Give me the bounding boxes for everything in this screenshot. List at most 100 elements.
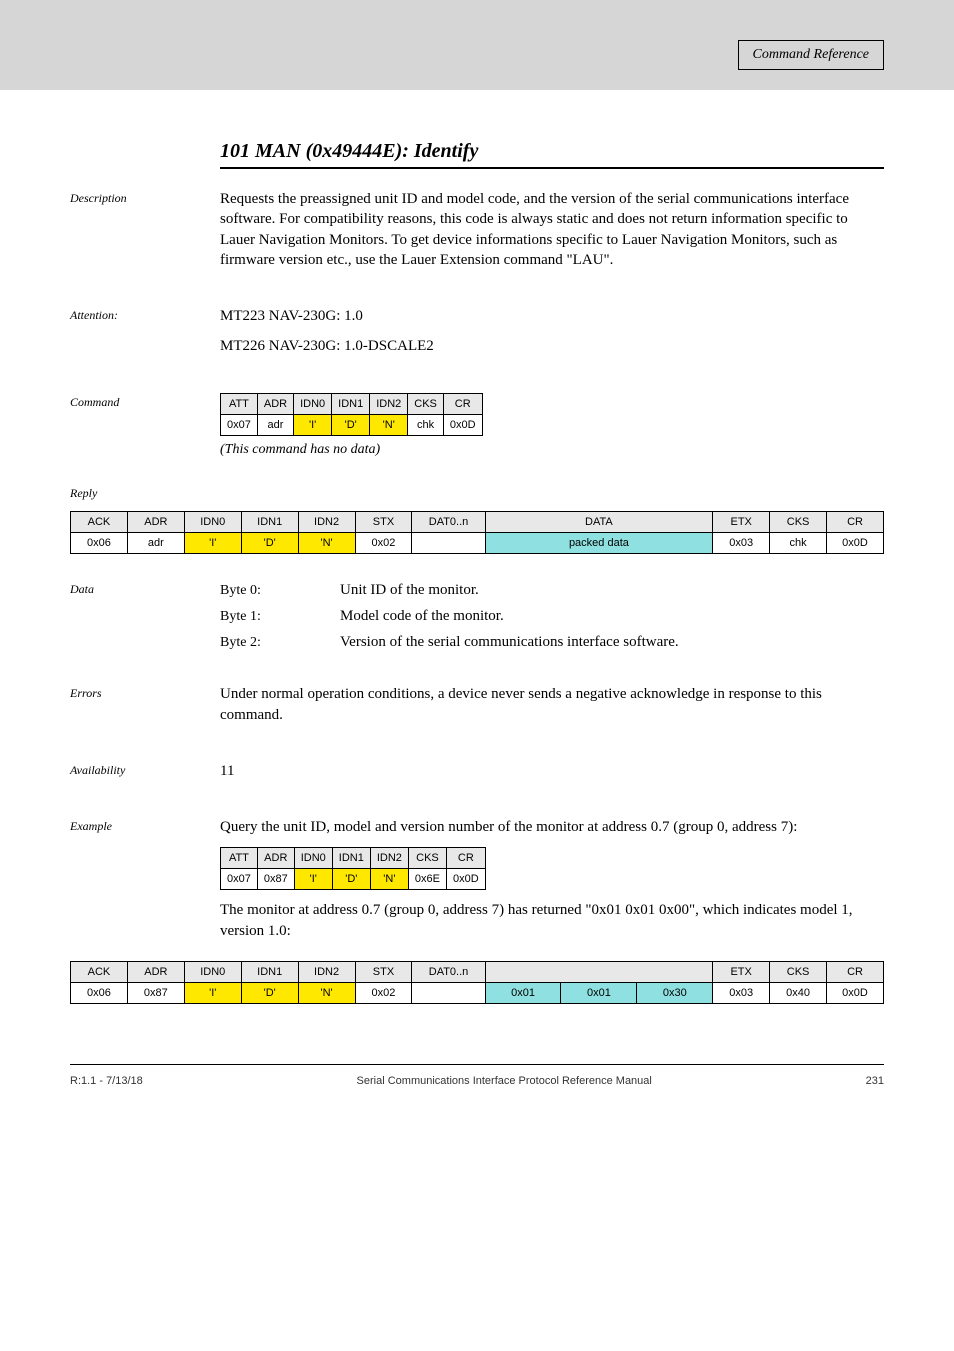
footer-center: Serial Communications Interface Protocol… [357,1075,652,1087]
td: chk [770,532,827,553]
data-row: Data Byte 0: Unit ID of the monitor. Byt… [70,580,884,659]
td: 'D' [241,532,298,553]
th: CKS [770,961,827,982]
td: 0x06 [71,982,128,1003]
th: STX [355,511,412,532]
body: Description Requests the preassigned uni… [70,189,884,501]
td: 0x01 [485,982,561,1003]
footer-right: 231 [866,1075,884,1087]
example-reply-intro: The monitor at address 0.7 (group 0, add… [220,900,884,941]
th: ATT [221,393,258,414]
th: DAT0..n [412,511,485,532]
td: 'I' [294,414,332,435]
td [412,982,485,1003]
th: CKS [408,393,444,414]
th: ADR [257,848,294,869]
example-intro: Query the unit ID, model and version num… [220,817,884,837]
field-label: Byte 2: [220,635,340,651]
table-row: 0x07 0x87 'I' 'D' 'N' 0x6E 0x0D [221,869,486,890]
field-value: Unit ID of the monitor. [340,580,884,600]
th: IDN1 [332,393,370,414]
data-label: Data [70,580,220,597]
footer: R:1.1 - 7/13/18 Serial Communications In… [70,1075,884,1087]
th: CR [827,511,884,532]
command-title: 101 MAN (0x49444E): Identify [220,140,884,163]
td: 0x0D [827,982,884,1003]
td: 'I' [184,982,241,1003]
td: 0x0D [443,414,482,435]
td: 0x02 [355,982,412,1003]
table-header-row: ATT ADR IDN0 IDN1 IDN2 CKS CR [221,393,483,414]
th: DAT0..n [412,961,485,982]
errors-row: Errors Under normal operation conditions… [70,684,884,735]
td: 0x0D [827,532,884,553]
th: IDN0 [184,511,241,532]
td: 'D' [332,869,370,890]
th: ADR [257,393,293,414]
availability-text: 11 [220,761,884,781]
td: 'N' [298,982,355,1003]
td: 'N' [370,414,408,435]
td: 0x87 [257,869,294,890]
td: 0x01 [561,982,637,1003]
td: adr [257,414,293,435]
th: IDN0 [294,393,332,414]
example-content: Query the unit ID, model and version num… [220,817,884,951]
th: ATT [221,848,258,869]
description-text: Requests the preassigned unit ID and mod… [220,189,884,270]
td: 0x07 [221,869,258,890]
th: ETX [713,511,770,532]
availability-row: Availability 11 [70,761,884,791]
description-label: Description [70,189,220,206]
header-section-box: Command Reference [738,40,885,70]
example-reply-table-wrap: ACK ADR IDN0 IDN1 IDN2 STX DAT0..n ETX C… [70,961,884,1004]
td [412,532,485,553]
footer-rule [70,1064,884,1065]
data-field: Byte 2: Version of the serial communicat… [220,632,884,652]
td: 0x0D [446,869,485,890]
th: ACK [71,961,128,982]
td: 'I' [294,869,332,890]
title-rule [220,167,884,169]
td: 'D' [332,414,370,435]
attention-row: Attention: MT223 NAV-230G: 1.0 MT226 NAV… [70,306,884,367]
example-row: Example Query the unit ID, model and ver… [70,817,884,951]
td: 0x87 [127,982,184,1003]
example-reply-table: ACK ADR IDN0 IDN1 IDN2 STX DAT0..n ETX C… [70,961,884,1004]
th: IDN2 [298,511,355,532]
command-label: Command [70,393,220,410]
th: IDN1 [332,848,370,869]
command-content: ATT ADR IDN0 IDN1 IDN2 CKS CR 0x07 adr '… [220,393,884,458]
th: IDN2 [298,961,355,982]
example-cmd-table: ATT ADR IDN0 IDN1 IDN2 CKS CR 0x07 0x87 … [220,847,486,890]
th: IDN1 [241,511,298,532]
td: 0x30 [637,982,713,1003]
availability-label: Availability [70,761,220,778]
th: ADR [127,511,184,532]
errors-text: Under normal operation conditions, a dev… [220,684,884,725]
td: 0x40 [770,982,827,1003]
data-field: Byte 1: Model code of the monitor. [220,606,884,626]
table-header-row: ACK ADR IDN0 IDN1 IDN2 STX DAT0..n ETX C… [71,961,884,982]
table-row: 0x06 0x87 'I' 'D' 'N' 0x02 0x01 0x01 0x3… [71,982,884,1003]
td: adr [127,532,184,553]
td: 0x02 [355,532,412,553]
td: 0x06 [71,532,128,553]
command-row: Command ATT ADR IDN0 IDN1 IDN2 CKS CR 0x… [70,393,884,458]
th [485,961,713,982]
td: 0x03 [713,532,770,553]
th: ACK [71,511,128,532]
field-label: Byte 0: [220,583,340,599]
example-label: Example [70,817,220,834]
td: 0x6E [408,869,446,890]
td: 0x07 [221,414,258,435]
td: 'D' [241,982,298,1003]
th: DATA [485,511,713,532]
errors-label: Errors [70,684,220,701]
footer-left: R:1.1 - 7/13/18 [70,1075,143,1087]
table-row: 0x07 adr 'I' 'D' 'N' chk 0x0D [221,414,483,435]
th: CR [827,961,884,982]
th: IDN2 [370,848,408,869]
th: ETX [713,961,770,982]
td: 0x03 [713,982,770,1003]
